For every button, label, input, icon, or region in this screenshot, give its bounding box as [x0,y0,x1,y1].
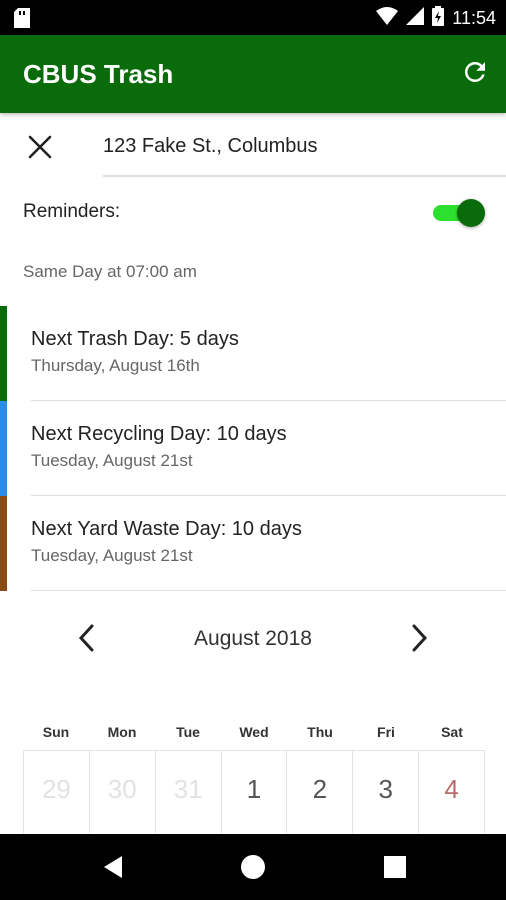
pickup-date: Tuesday, August 21st [31,546,193,565]
cell-signal-icon [406,7,425,30]
reminder-time[interactable]: Same Day at 07:00 am [23,262,197,282]
calendar-header: August 2018 [0,618,506,658]
calendar-week-row: 29 30 31 1 2 3 4 [23,750,486,834]
weekday-label: Thu [307,724,333,740]
weekday-label: Tue [176,724,200,740]
status-bar: 11:54 [0,0,506,35]
trash-color-bar [0,306,7,401]
refresh-button[interactable] [460,57,490,87]
pickup-date: Tuesday, August 21st [31,451,193,470]
status-time: 11:54 [452,8,496,28]
calendar-day[interactable]: 3 [353,751,420,834]
home-button[interactable] [238,852,268,882]
calendar-day[interactable]: 31 [156,751,222,834]
app-title: CBUS Trash [23,59,174,89]
close-button[interactable] [22,129,58,165]
recents-square-icon [384,856,406,878]
weekday-header: Sun Mon Tue Wed Thu Fri Sat [23,724,485,744]
weekday-label: Sun [42,724,70,740]
reminders-toggle[interactable] [433,199,485,227]
pickup-title: Next Trash Day: 5 days [31,328,239,350]
home-circle-icon [241,855,265,879]
reminders-label: Reminders: [23,201,121,222]
pickup-item-recycling[interactable]: Next Recycling Day: 10 days Tuesday, Aug… [0,401,506,496]
weekday-label: Sat [441,724,463,740]
address-field[interactable]: 123 Fake St., Columbus [103,121,506,177]
calendar-day[interactable]: 4 [419,751,486,834]
weekday-label: Wed [239,724,269,740]
pickup-item-trash[interactable]: Next Trash Day: 5 days Thursday, August … [0,306,506,401]
app-bar: CBUS Trash [0,35,506,113]
pickup-title: Next Yard Waste Day: 10 days [31,518,302,540]
sd-card-icon [14,8,30,33]
next-month-button[interactable] [404,618,434,658]
battery-icon [432,6,445,31]
back-triangle-icon [104,856,122,878]
recycling-color-bar [0,401,7,496]
wifi-icon [376,7,399,30]
pickup-item-yard-waste[interactable]: Next Yard Waste Day: 10 days Tuesday, Au… [0,496,506,591]
divider [31,590,506,591]
system-nav-bar [0,834,506,900]
refresh-icon [464,61,485,82]
calendar-day[interactable]: 29 [24,751,90,834]
calendar-day[interactable]: 30 [90,751,156,834]
calendar-day[interactable]: 2 [287,751,354,834]
address-text: 123 Fake St., Columbus [103,135,318,157]
close-icon [28,135,52,159]
chevron-right-icon [412,624,428,652]
back-button[interactable] [100,852,130,882]
recents-button[interactable] [380,852,410,882]
yard-waste-color-bar [0,496,7,591]
pickup-title: Next Recycling Day: 10 days [31,423,287,445]
toggle-thumb [457,199,485,227]
pickup-date: Thursday, August 16th [31,356,200,375]
weekday-label: Fri [377,724,395,740]
weekday-label: Mon [107,724,137,740]
calendar-day[interactable]: 1 [222,751,288,834]
